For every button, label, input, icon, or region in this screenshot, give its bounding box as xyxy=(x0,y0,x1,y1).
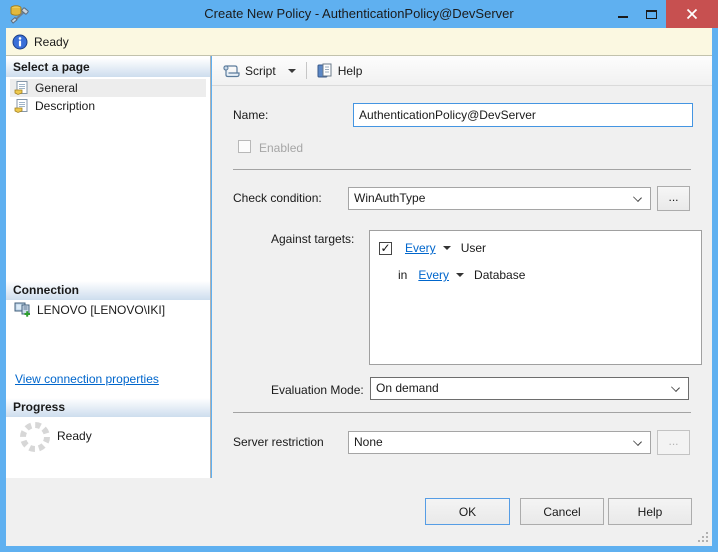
maximize-icon xyxy=(646,10,657,19)
target-type-label: User xyxy=(461,241,486,255)
name-label: Name: xyxy=(233,108,268,122)
script-button[interactable]: Script xyxy=(217,60,302,81)
against-targets-label: Against targets: xyxy=(271,232,354,246)
connection-server: LENOVO [LENOVO\IKI] xyxy=(14,302,165,317)
server-restriction-select[interactable]: None xyxy=(348,431,651,454)
check-condition-select[interactable]: WinAuthType xyxy=(348,187,651,210)
evaluation-mode-value: On demand xyxy=(376,381,439,395)
maximize-button[interactable] xyxy=(637,0,666,28)
dropdown-arrow-icon[interactable] xyxy=(456,273,464,277)
title-bar: Create New Policy - AuthenticationPolicy… xyxy=(0,0,718,28)
view-connection-properties-link[interactable]: View connection properties xyxy=(15,372,159,386)
sidebar-item-label: Description xyxy=(35,99,95,113)
script-dropdown-icon[interactable] xyxy=(288,69,296,73)
separator-line xyxy=(233,169,691,170)
target-in-label: in xyxy=(398,268,407,282)
enabled-label: Enabled xyxy=(259,141,303,155)
target-row-database: in Every Database xyxy=(398,268,701,282)
status-text: Ready xyxy=(34,35,69,49)
close-button[interactable] xyxy=(666,0,718,28)
target-every-link[interactable]: Every xyxy=(418,268,449,282)
script-button-label: Script xyxy=(245,64,276,78)
check-condition-value: WinAuthType xyxy=(354,191,425,205)
server-restriction-label: Server restriction xyxy=(233,435,324,449)
footer: OK Cancel Help xyxy=(6,478,712,546)
progress-header: Progress xyxy=(6,398,210,417)
target-checkbox[interactable]: ✓ xyxy=(379,242,392,255)
sidebar: Select a page General Description Connec… xyxy=(6,56,211,478)
check-condition-label: Check condition: xyxy=(233,191,322,205)
target-type-label: Database xyxy=(474,268,525,282)
evaluation-mode-label: Evaluation Mode: xyxy=(271,383,364,397)
sidebar-item-label: General xyxy=(35,81,78,95)
chevron-down-icon xyxy=(633,193,642,202)
help-button-label: Help xyxy=(338,64,363,78)
separator-line xyxy=(233,412,691,413)
help-button[interactable]: Help xyxy=(311,60,369,82)
resize-grip-icon[interactable] xyxy=(697,531,710,544)
sidebar-item-general[interactable]: General xyxy=(10,79,206,97)
chevron-down-icon xyxy=(633,437,642,446)
minimize-icon xyxy=(618,16,628,18)
help-footer-button[interactable]: Help xyxy=(608,498,692,525)
close-icon xyxy=(686,8,698,20)
sidebar-item-description[interactable]: Description xyxy=(10,97,206,115)
status-bar: Ready xyxy=(6,28,712,56)
dropdown-arrow-icon[interactable] xyxy=(443,246,451,250)
target-row-user: ✓ Every User xyxy=(379,241,701,255)
ok-button[interactable]: OK xyxy=(425,498,510,525)
cancel-button[interactable]: Cancel xyxy=(520,498,604,525)
page-icon xyxy=(14,98,30,114)
connection-server-label: LENOVO [LENOVO\IKI] xyxy=(37,303,165,317)
progress-status: Ready xyxy=(57,429,92,443)
page-icon xyxy=(14,80,30,96)
evaluation-mode-select[interactable]: On demand xyxy=(370,377,689,400)
help-icon xyxy=(317,63,333,79)
against-targets-list: ✓ Every User in Every Database xyxy=(369,230,702,365)
toolbar-separator xyxy=(306,62,307,79)
select-a-page-header: Select a page xyxy=(6,58,210,77)
script-icon xyxy=(223,63,240,78)
name-input[interactable] xyxy=(353,103,693,127)
server-restriction-browse-button: ... xyxy=(657,430,690,455)
chevron-down-icon xyxy=(671,383,680,392)
progress-spinner-icon xyxy=(18,420,52,454)
enabled-checkbox[interactable] xyxy=(238,140,251,153)
toolbar: Script Help xyxy=(212,56,712,86)
check-condition-browse-button[interactable]: ... xyxy=(657,186,690,211)
info-icon xyxy=(12,34,28,50)
server-connection-icon xyxy=(14,302,31,317)
main-panel: Script Help Name: Enabled Check xyxy=(212,56,712,478)
server-restriction-value: None xyxy=(354,435,383,449)
minimize-button[interactable] xyxy=(608,0,637,28)
connection-header: Connection xyxy=(6,281,210,300)
create-policy-dialog: Create New Policy - AuthenticationPolicy… xyxy=(0,0,718,552)
target-every-link[interactable]: Every xyxy=(405,241,436,255)
